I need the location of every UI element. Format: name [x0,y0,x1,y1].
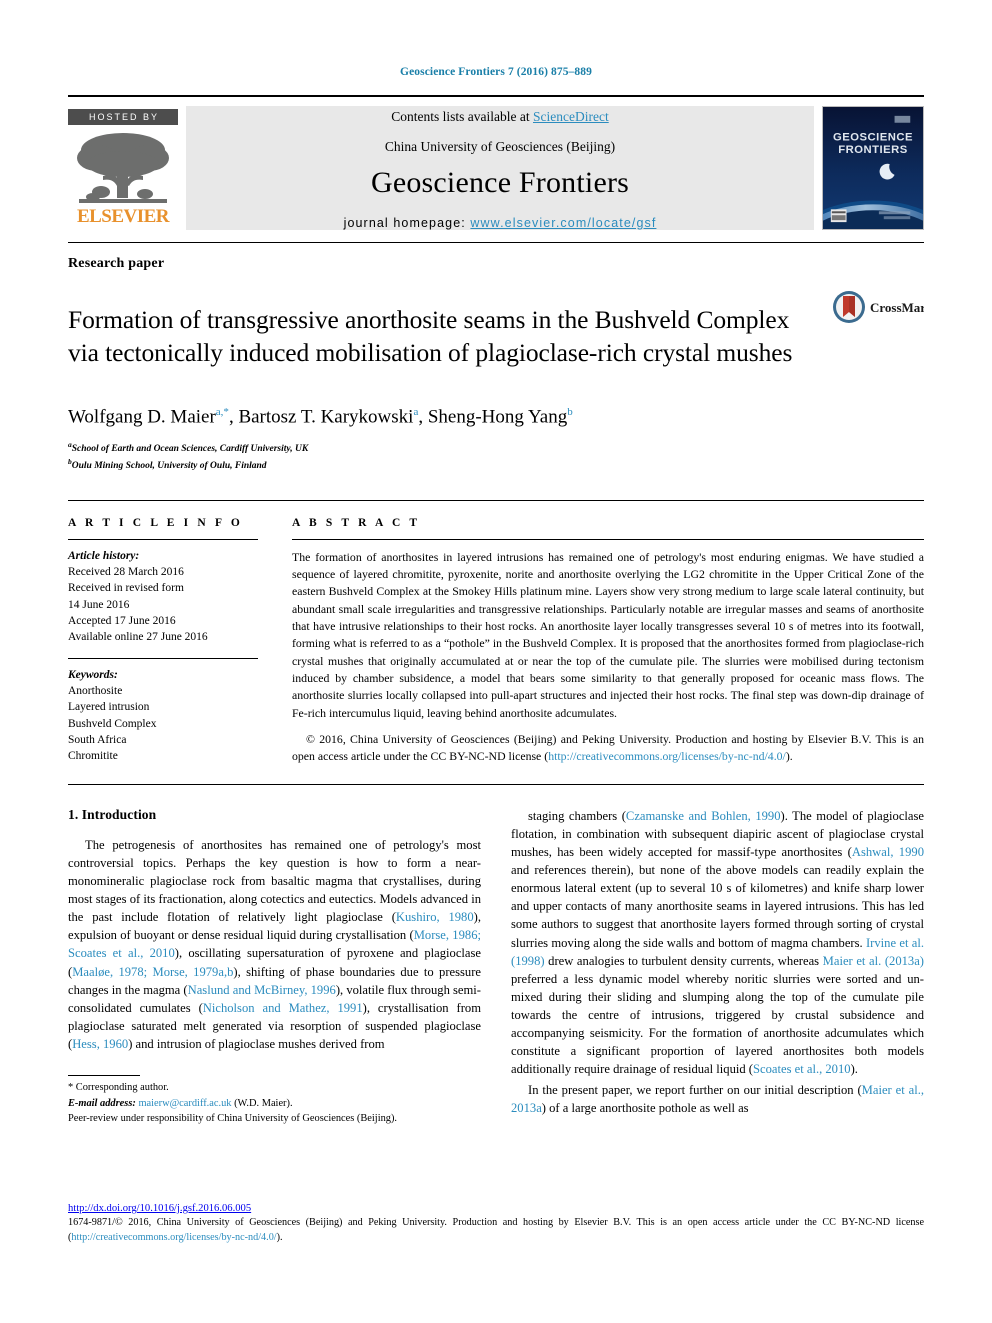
corresponding-email-link[interactable]: maierw@cardiff.ac.uk [138,1098,231,1109]
journal-masthead: HOSTED BY ELSEVIER Contents lists availa… [68,106,924,230]
body-column-left: 1. Introduction The petrogenesis of anor… [68,807,481,1127]
history-line: Available online 27 June 2016 [68,631,208,644]
elsevier-wordmark: ELSEVIER [76,206,170,227]
author-affil-marker: a,* [215,405,229,418]
keywords-rule [68,657,258,659]
citation-link[interactable]: Scoates et al., 2010 [753,1062,851,1076]
footer-copyright-suffix: ). [276,1231,283,1243]
author-affil-marker: a [413,405,419,418]
journal-homepage-link[interactable]: www.elsevier.com/locate/gsf [470,216,656,230]
contents-available-line: Contents lists available at ScienceDirec… [391,109,608,125]
author-affil-marker: b [567,405,573,418]
article-info-rule [68,538,258,540]
footer-copyright: 1674-9871/© 2016, China University of Ge… [68,1216,924,1246]
footnote-block: * Corresponding author. E-mail address: … [68,1080,481,1127]
info-abstract-section: A R T I C L E I N F O Article history: R… [68,499,924,766]
affiliation-list: aSchool of Earth and Ocean Sciences, Car… [68,439,924,474]
affiliation-text: School of Earth and Ocean Sciences, Card… [71,444,309,455]
contents-prefix-text: Contents lists available at [391,108,533,124]
abstract-bottom-rule [68,783,924,785]
masthead-top-rule [68,95,924,97]
citation-link[interactable]: Ashwal, 1990 [852,845,924,859]
footnote-peer-review: Peer-review under responsibility of Chin… [68,1113,398,1125]
history-line: Received in revised form [68,582,184,595]
paper-page: Geoscience Frontiers 7 (2016) 875–889 HO… [0,0,992,1323]
section-heading-introduction: 1. Introduction [68,806,157,822]
citation-link[interactable]: Scoates et al., 2010 [68,946,175,960]
citation-link[interactable]: Naslund and McBirney, 1996 [188,983,336,997]
abstract-heading: A B S T R A C T [292,516,421,529]
abstract-license-link[interactable]: http://creativecommons.org/licenses/by-n… [548,749,786,763]
article-info-column: A R T I C L E I N F O Article history: R… [68,517,283,766]
doi-line[interactable]: http://dx.doi.org/10.1016/j.gsf.2016.06.… [68,1203,924,1214]
title-divider-rule [68,242,924,243]
keyword-item: Anorthosite [68,685,123,698]
footer-block: http://dx.doi.org/10.1016/j.gsf.2016.06.… [68,1203,924,1246]
affiliation-text: Oulu Mining School, University of Oulu, … [71,461,267,472]
footnote-email-suffix: (W.D. Maier). [231,1097,293,1109]
body-columns: 1. Introduction The petrogenesis of anor… [68,807,924,1127]
abstract-text: The formation of anorthosites in layered… [292,549,924,720]
keyword-item: Chromitite [68,750,118,763]
title-row: Formation of transgressive anorthosite s… [68,286,924,387]
footnote-corresponding: * Corresponding author. [68,1082,169,1094]
citation-link[interactable]: Maier et al., 2013a [511,1083,924,1115]
svg-text:FRONTIERS: FRONTIERS [838,144,907,156]
history-line: 14 June 2016 [68,598,130,611]
abstract-copyright: © 2016, China University of Geosciences … [292,731,924,766]
article-info-heading: A R T I C L E I N F O [68,516,243,529]
svg-text:GEOSCIENCE: GEOSCIENCE [833,131,913,143]
footnote-rule [68,1075,140,1077]
contents-band: Contents lists available at ScienceDirec… [186,106,814,230]
hosted-by-badge: HOSTED BY [68,109,178,125]
journal-title: Geoscience Frontiers [370,165,630,199]
keyword-item: Layered intrusion [68,701,150,714]
paragraph: staging chambers (Czamanske and Bohlen, … [511,808,925,1077]
footer-license-link[interactable]: http://creativecommons.org/licenses/by-n… [71,1232,276,1243]
article-history-label: Article history: [68,549,140,562]
paragraph: In the present paper, we report further … [511,1082,925,1115]
citation-link[interactable]: Czamanske and Bohlen, 1990 [626,809,781,823]
crossmark-icon[interactable]: CrossMark [832,290,924,324]
society-line: China University of Geosciences (Beijing… [384,138,616,154]
citation-link[interactable]: Morse, 1986; [414,928,481,942]
paragraph: The petrogenesis of anorthosites has rem… [68,837,482,1052]
citation-link[interactable]: Maaløe, 1978; Morse, 1979a,b [72,965,233,979]
journal-cover-thumbnail: GEOSCIENCE FRONTIERS [822,106,924,230]
article-type-label: Research paper [68,256,165,271]
citation-link[interactable]: Kushiro, 1980 [396,910,474,924]
homepage-label: journal homepage: [343,215,471,230]
abstract-copyright-suffix: ). [785,749,793,764]
citation-link[interactable]: Nicholson and Mathez, 1991 [203,1001,363,1015]
keywords-block: Keywords: Anorthosite Layered intrusion … [68,667,258,765]
citation-link[interactable]: Hess, 1960 [72,1037,128,1051]
keywords-label: Keywords: [68,668,118,681]
affiliation-item: aSchool of Earth and Ocean Sciences, Car… [68,439,924,456]
keyword-item: South Africa [68,734,127,747]
keyword-item: Bushveld Complex [68,717,157,730]
history-line: Received 28 March 2016 [68,566,184,579]
running-head: Geoscience Frontiers 7 (2016) 875–889 [400,66,592,78]
footnote-email-label: E-mail address: [68,1097,136,1109]
history-line: Accepted 17 June 2016 [68,615,176,628]
sciencedirect-link[interactable]: ScienceDirect [533,109,609,124]
abstract-column: A B S T R A C T The formation of anortho… [283,517,924,766]
article-history-block: Article history: Received 28 March 2016 … [68,548,258,646]
elsevier-tree-icon [77,133,169,203]
citation-link[interactable]: Maier et al. (2013a) [823,954,924,968]
elsevier-logo-block: HOSTED BY ELSEVIER [68,106,178,230]
affiliation-item: bOulu Mining School, University of Oulu,… [68,456,924,473]
doi-link[interactable]: http://dx.doi.org/10.1016/j.gsf.2016.06.… [68,1203,251,1214]
crossmark-badge[interactable]: CrossMark [828,286,924,324]
author-list: Wolfgang D. Maiera,*, Bartosz T. Karykow… [68,405,573,428]
journal-cover-art: GEOSCIENCE FRONTIERS [823,107,923,229]
svg-text:CrossMark: CrossMark [870,300,924,315]
journal-homepage-line: journal homepage: www.elsevier.com/locat… [344,216,657,230]
abstract-rule-top [292,538,924,540]
page-title: Formation of transgressive anorthosite s… [68,305,793,368]
body-column-right: staging chambers (Czamanske and Bohlen, … [511,807,924,1127]
footnote-email-line: E-mail address: maierw@cardiff.ac.uk (W.… [68,1096,481,1112]
